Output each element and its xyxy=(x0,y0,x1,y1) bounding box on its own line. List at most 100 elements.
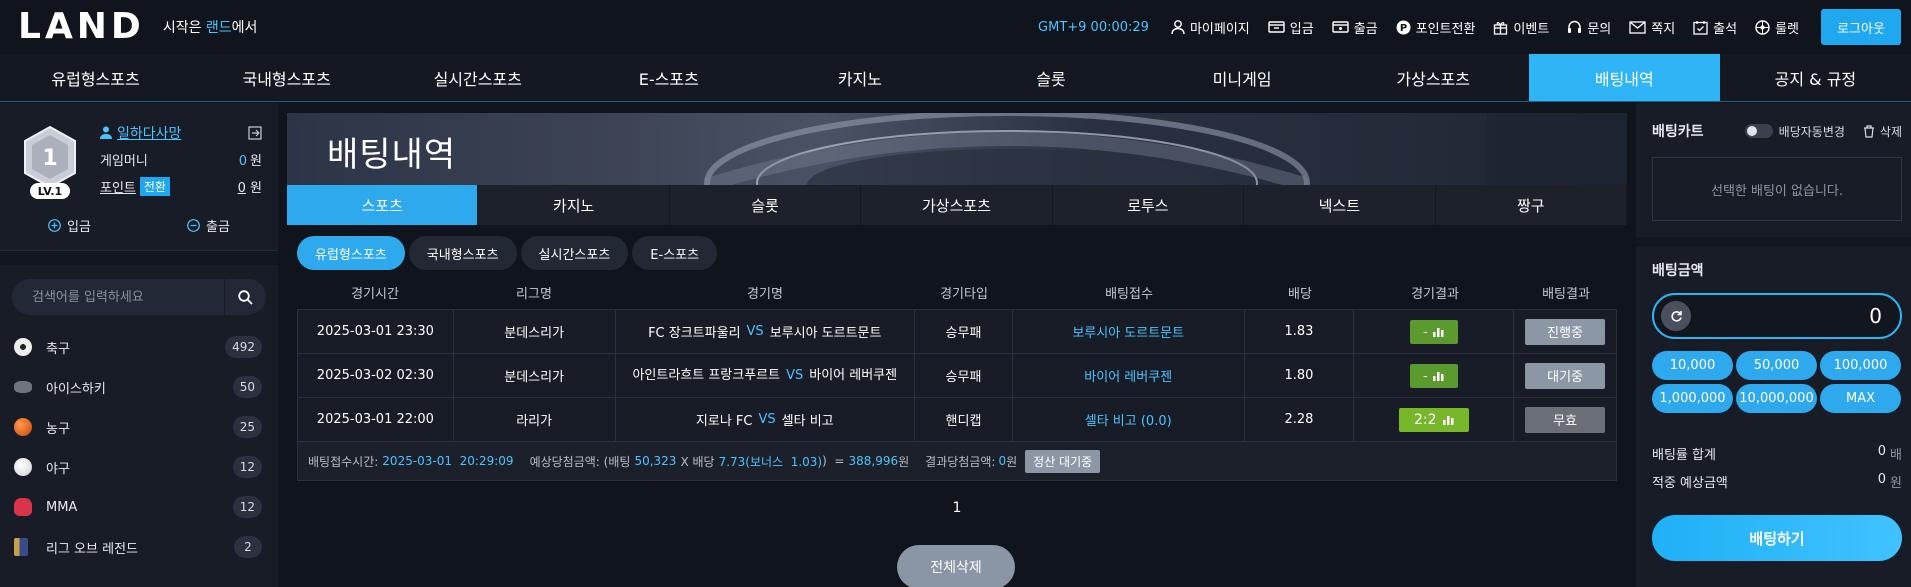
sport-count: 2 xyxy=(234,536,262,558)
plus-circle-icon xyxy=(48,219,61,232)
status-badge: 무효 xyxy=(1525,406,1606,433)
logout-icon[interactable] xyxy=(248,125,262,140)
tab-sports[interactable]: 스포츠 xyxy=(287,185,479,225)
menu-event[interactable]: 이벤트 xyxy=(1493,18,1549,37)
nav-esports[interactable]: E-스포츠 xyxy=(573,54,764,101)
gift-icon xyxy=(1494,21,1508,35)
amount-input[interactable]: 0 xyxy=(1652,293,1902,339)
cell-pick: 보루시아 도르트문트 xyxy=(1013,310,1245,353)
tagline-post: 에서 xyxy=(231,20,258,36)
chip-50000[interactable]: 50,000 xyxy=(1736,351,1817,380)
nav-domestic-sports[interactable]: 국내형스포츠 xyxy=(191,54,382,101)
chip-10000[interactable]: 10,000 xyxy=(1652,351,1733,380)
menu-point-convert[interactable]: P 포인트전환 xyxy=(1396,18,1475,37)
tab-next[interactable]: 넥스트 xyxy=(1244,185,1436,225)
score-value: - xyxy=(1423,324,1428,339)
col-type: 경기타입 xyxy=(940,286,988,302)
menu-roulette[interactable]: 룰렛 xyxy=(1755,18,1799,37)
col-odds: 배당 xyxy=(1288,286,1312,302)
bet-summary: 배팅접수시간: 2025-03-01 20:29:09 예상당첨금액: (배팅 … xyxy=(298,442,1616,480)
menu-inquiry[interactable]: 문의 xyxy=(1567,18,1611,37)
score-box[interactable]: - xyxy=(1409,363,1458,388)
tab-lotus[interactable]: 로투스 xyxy=(1053,185,1245,225)
score-value: 2:2 xyxy=(1414,411,1437,428)
nav-minigame[interactable]: 미니게임 xyxy=(1147,54,1338,101)
vs-label: VS xyxy=(746,324,764,339)
nav-slot[interactable]: 슬롯 xyxy=(955,54,1146,101)
chip-10000000[interactable]: 10,000,000 xyxy=(1736,384,1817,413)
chip-max[interactable]: MAX xyxy=(1820,384,1901,413)
sport-item-baseball[interactable]: 야구 12 xyxy=(0,447,278,487)
sport-item-mma[interactable]: MMA 12 xyxy=(0,487,278,527)
site-logo[interactable]: LAND xyxy=(18,9,145,45)
subtab-domestic-sports[interactable]: 국내형스포츠 xyxy=(408,236,517,270)
auto-odds-toggle[interactable] xyxy=(1744,124,1773,138)
page-number[interactable]: 1 xyxy=(953,500,962,516)
sport-item-soccer[interactable]: 축구 492 xyxy=(0,327,278,367)
summary-payout-unit: 원 xyxy=(898,454,910,469)
expected-win-unit: 원 xyxy=(1890,476,1902,491)
score-box[interactable]: 2:2 xyxy=(1398,407,1469,432)
point-convert-button[interactable]: 전환 xyxy=(139,177,170,196)
sport-name: MMA xyxy=(46,499,78,515)
sport-item-icehockey[interactable]: 아이스하키 50 xyxy=(0,367,278,407)
sport-item-lol[interactable]: 리그 오브 레전드 2 xyxy=(0,527,278,567)
deposit-button[interactable]: 입금 xyxy=(0,216,139,235)
menu-deposit[interactable]: 입금 xyxy=(1268,18,1314,37)
menu-event-label: 이벤트 xyxy=(1513,21,1550,37)
cell-type: 승무패 xyxy=(915,354,1013,397)
cell-score: - xyxy=(1354,354,1515,397)
tab-jjanggu[interactable]: 짱구 xyxy=(1436,185,1627,225)
settle-status-badge: 정산 대기중 xyxy=(1025,449,1101,473)
username-row: 일하다사망 xyxy=(100,119,262,146)
main-content: 배팅내역 스포츠 카지노 슬롯 가상스포츠 로투스 넥스트 짱구 유럽형스포츠 … xyxy=(287,113,1627,587)
summary-eq: ) = xyxy=(822,454,845,468)
search-button[interactable] xyxy=(224,279,266,315)
subtab-euro-sports[interactable]: 유럽형스포츠 xyxy=(297,236,405,270)
menu-withdraw[interactable]: 출금 xyxy=(1331,18,1378,37)
nav-live-sports[interactable]: 실시간스포츠 xyxy=(382,54,573,101)
nav-virtual-sports[interactable]: 가상스포츠 xyxy=(1338,54,1529,101)
reset-button[interactable] xyxy=(1661,301,1691,331)
hockey-puck-icon xyxy=(14,381,32,393)
nav-casino[interactable]: 카지노 xyxy=(764,54,955,101)
stats-icon xyxy=(1433,372,1444,381)
menu-mypage[interactable]: 마이페이지 xyxy=(1171,18,1250,37)
sport-item-basketball[interactable]: 농구 25 xyxy=(0,407,278,447)
cart-delete-button[interactable]: 삭제 xyxy=(1863,123,1902,140)
profile-panel: 1 LV.1 일하다사망 게임머니 0원 포인트 전환 0 원 입금 출금 xyxy=(0,103,278,251)
logout-button[interactable]: 로그아웃 xyxy=(1821,9,1901,45)
stats-icon xyxy=(1442,416,1454,425)
menu-roulette-label: 룰렛 xyxy=(1775,21,1799,37)
level-number: 1 xyxy=(42,146,57,171)
basketball-icon xyxy=(14,418,32,436)
menu-attendance[interactable]: 출석 xyxy=(1693,18,1737,37)
tab-casino[interactable]: 카지노 xyxy=(478,185,670,225)
nav-euro-sports[interactable]: 유럽형스포츠 xyxy=(0,54,191,101)
menu-message[interactable]: 쪽지 xyxy=(1629,18,1675,37)
subtab-live-sports[interactable]: 실시간스포츠 xyxy=(520,236,629,270)
cell-pick: 바이어 레버쿠젠 xyxy=(1013,354,1245,397)
nav-bet-history[interactable]: 배팅내역 xyxy=(1528,54,1720,101)
summary-odds: 7.73(보너스 1.03) xyxy=(718,454,823,469)
cell-odds: 2.28 xyxy=(1245,398,1355,441)
withdraw-button[interactable]: 출금 xyxy=(139,216,278,235)
username[interactable]: 일하다사망 xyxy=(117,123,181,143)
chip-100000[interactable]: 100,000 xyxy=(1820,351,1901,380)
nav-notice-rules[interactable]: 공지 & 규정 xyxy=(1720,54,1911,101)
score-box[interactable]: - xyxy=(1409,319,1458,344)
cart-empty-message: 선택한 배팅이 없습니다. xyxy=(1652,157,1902,221)
col-time: 경기시간 xyxy=(351,286,399,302)
tab-virtual-sports[interactable]: 가상스포츠 xyxy=(861,185,1053,225)
tab-slot[interactable]: 슬롯 xyxy=(670,185,862,225)
page-banner: 배팅내역 xyxy=(287,113,1627,185)
chip-1000000[interactable]: 1,000,000 xyxy=(1652,384,1733,413)
delete-all-button[interactable]: 전체삭제 xyxy=(897,545,1015,587)
table-row: 2025-03-01 23:30 분데스리가 FC 장크트파울리 VS 보루시아… xyxy=(298,310,1616,354)
search-input[interactable] xyxy=(12,289,224,305)
subtab-esports[interactable]: E-스포츠 xyxy=(632,236,718,270)
cell-match: FC 장크트파울리 VS 보루시아 도르트문트 xyxy=(616,310,916,353)
sport-name: 농구 xyxy=(46,421,70,437)
place-bet-button[interactable]: 배팅하기 xyxy=(1652,515,1902,561)
odds-total-unit: 배 xyxy=(1890,448,1902,463)
